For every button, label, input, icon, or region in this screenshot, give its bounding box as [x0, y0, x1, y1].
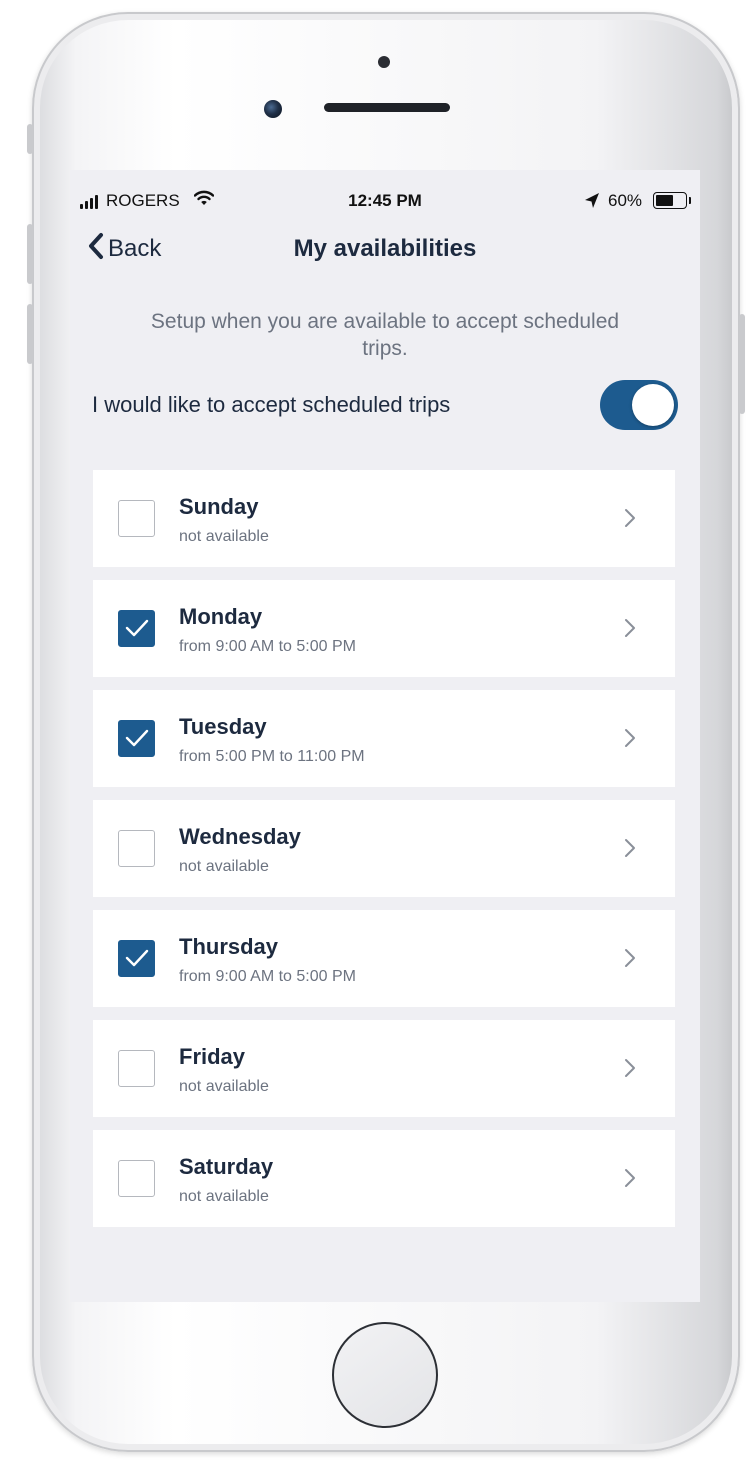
- checkmark-icon: [125, 729, 149, 747]
- volume-down-button: [27, 304, 33, 364]
- battery-icon: [653, 192, 687, 209]
- checkmark-icon: [125, 619, 149, 637]
- scheduled-trips-row: I would like to accept scheduled trips: [92, 378, 682, 434]
- chevron-right-icon: [624, 1168, 636, 1193]
- scheduled-trips-toggle[interactable]: [600, 380, 678, 430]
- earpiece-speaker: [324, 103, 450, 112]
- day-row-monday[interactable]: Monday from 9:00 AM to 5:00 PM: [93, 580, 675, 677]
- chevron-right-icon: [624, 728, 636, 753]
- day-name: Thursday: [179, 934, 279, 959]
- day-detail: not available: [179, 1188, 269, 1205]
- location-arrow-icon: [584, 192, 600, 214]
- day-detail: not available: [179, 1078, 269, 1095]
- scheduled-trips-label: I would like to accept scheduled trips: [92, 392, 451, 417]
- home-button[interactable]: [332, 1322, 438, 1428]
- day-row-tuesday[interactable]: Tuesday from 5:00 PM to 11:00 PM: [93, 690, 675, 787]
- chevron-right-icon: [624, 508, 636, 533]
- day-detail: not available: [179, 528, 269, 545]
- day-name: Sunday: [179, 494, 259, 519]
- app-screen: ROGERS 12:45 PM 60% Back My availabiliti…: [70, 170, 700, 1302]
- day-row-thursday[interactable]: Thursday from 9:00 AM to 5:00 PM: [93, 910, 675, 1007]
- status-time: 12:45 PM: [348, 191, 422, 210]
- day-row-sunday[interactable]: Sunday not available: [93, 470, 675, 567]
- battery-percent: 60%: [608, 191, 643, 210]
- day-detail: not available: [179, 858, 269, 875]
- day-name: Friday: [179, 1044, 246, 1069]
- day-checkbox-monday[interactable]: [118, 610, 155, 647]
- mute-switch: [27, 124, 33, 154]
- day-name: Monday: [179, 604, 263, 629]
- day-row-wednesday[interactable]: Wednesday not available: [93, 800, 675, 897]
- checkmark-icon: [125, 949, 149, 967]
- front-camera: [264, 100, 282, 118]
- toggle-knob: [632, 384, 674, 426]
- day-checkbox-friday[interactable]: [118, 1050, 155, 1087]
- day-checkbox-wednesday[interactable]: [118, 830, 155, 867]
- day-row-saturday[interactable]: Saturday not available: [93, 1130, 675, 1227]
- page-description: Setup when you are available to accept s…: [150, 310, 620, 360]
- day-detail: from 9:00 AM to 5:00 PM: [179, 968, 356, 985]
- chevron-right-icon: [624, 1058, 636, 1083]
- day-detail: from 9:00 AM to 5:00 PM: [179, 638, 356, 655]
- battery-level: [656, 195, 673, 206]
- day-checkbox-sunday[interactable]: [118, 500, 155, 537]
- day-name: Wednesday: [179, 824, 301, 849]
- status-bar: ROGERS 12:45 PM 60%: [70, 170, 700, 230]
- power-button: [739, 314, 745, 414]
- chevron-right-icon: [624, 618, 636, 643]
- chevron-right-icon: [624, 948, 636, 973]
- day-detail: from 5:00 PM to 11:00 PM: [179, 748, 365, 765]
- day-checkbox-thursday[interactable]: [118, 940, 155, 977]
- proximity-sensor: [378, 56, 390, 68]
- day-checkbox-tuesday[interactable]: [118, 720, 155, 757]
- chevron-right-icon: [624, 838, 636, 863]
- page-title: My availabilities: [293, 235, 477, 262]
- battery-tip: [689, 197, 691, 204]
- day-name: Tuesday: [179, 714, 267, 739]
- day-checkbox-saturday[interactable]: [118, 1160, 155, 1197]
- day-list: Sunday not available Monday from 9:00 AM…: [93, 470, 675, 1240]
- navigation-bar: Back My availabilities: [70, 226, 700, 274]
- day-row-friday[interactable]: Friday not available: [93, 1020, 675, 1117]
- day-name: Saturday: [179, 1154, 274, 1179]
- volume-up-button: [27, 224, 33, 284]
